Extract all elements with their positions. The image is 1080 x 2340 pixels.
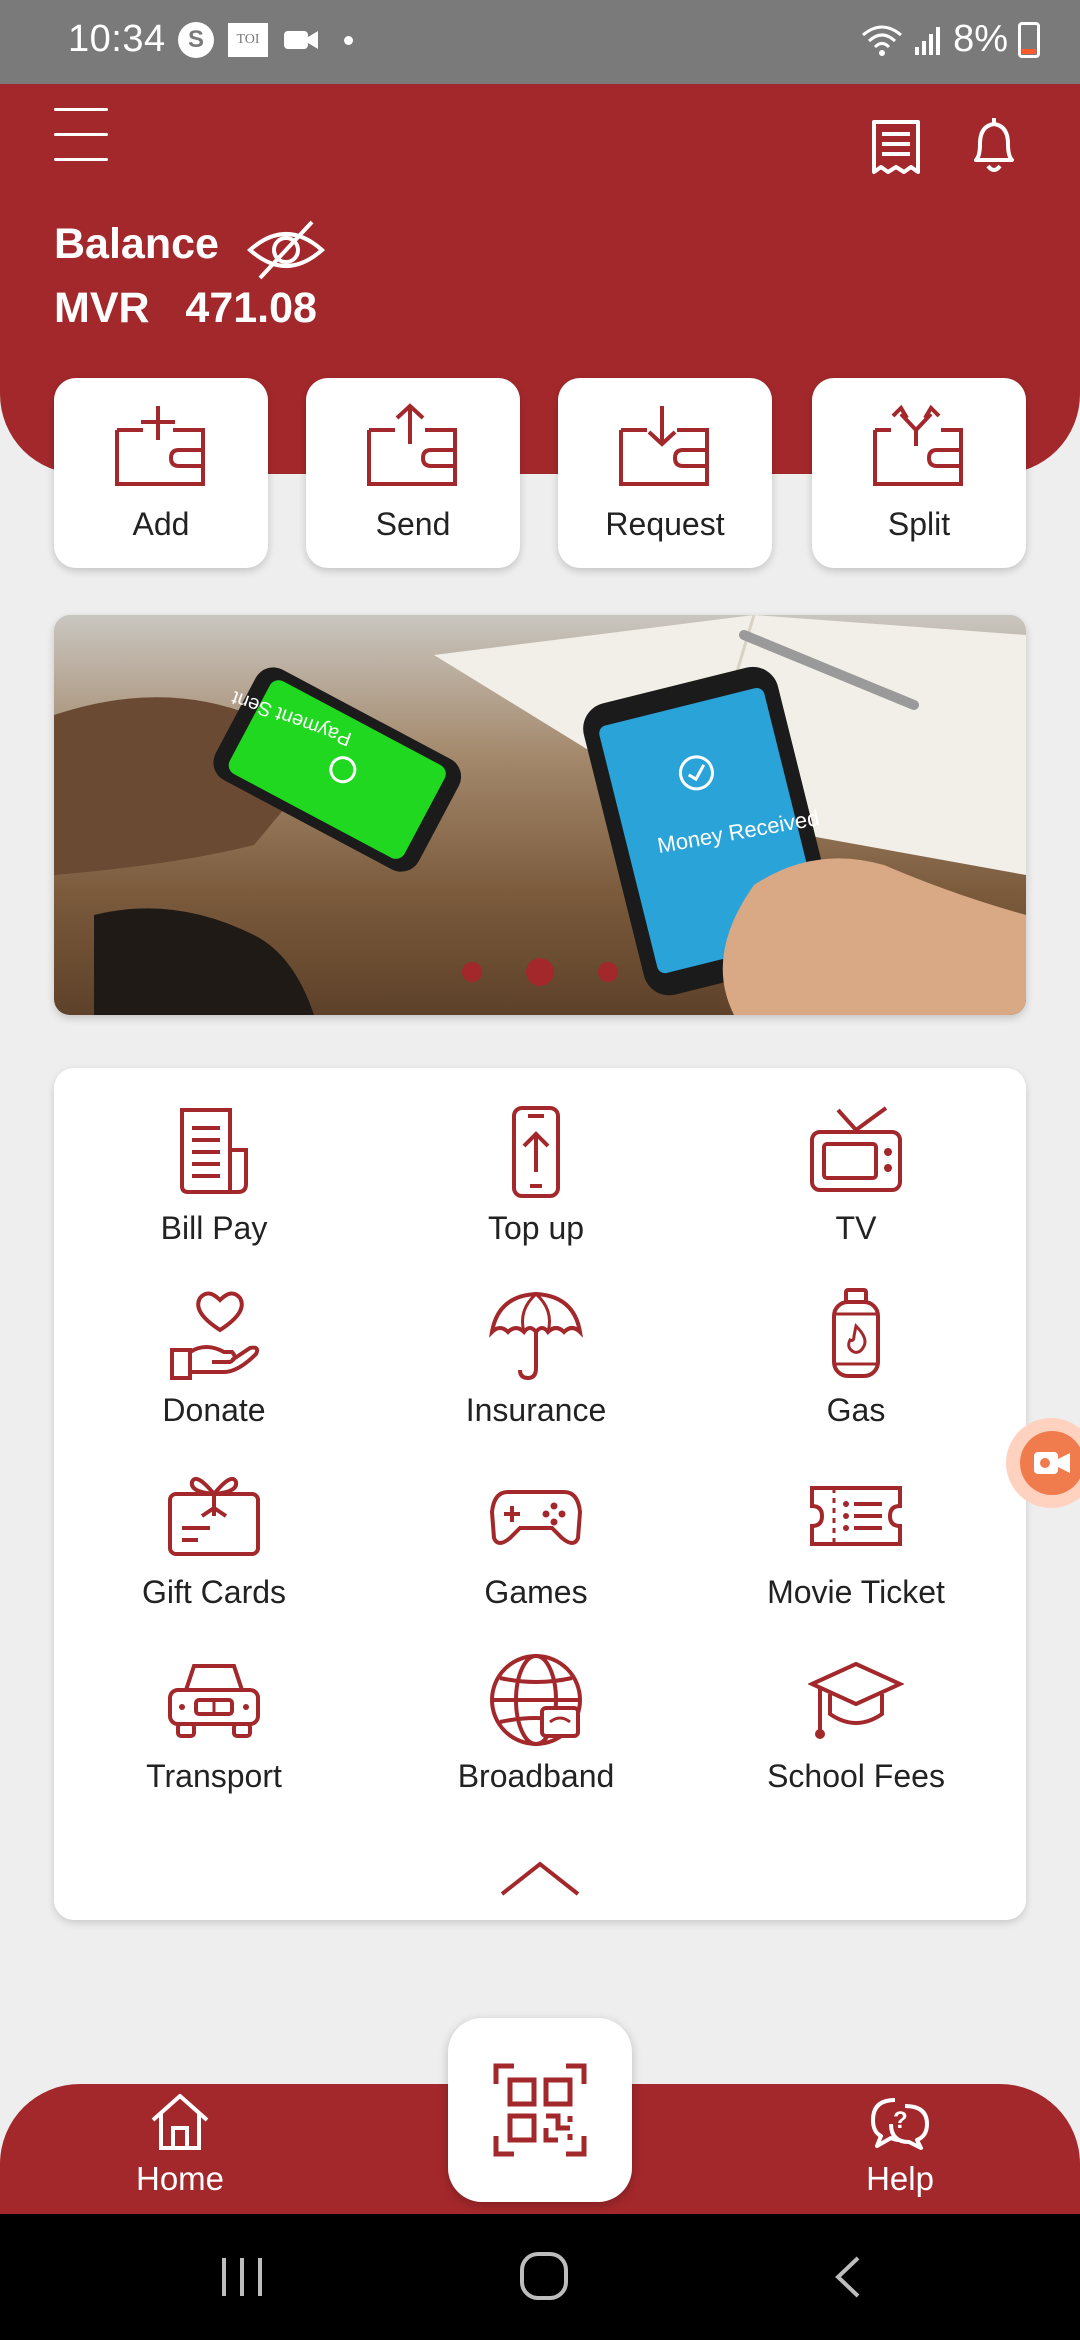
home-icon bbox=[151, 2094, 209, 2150]
graduation-cap-icon bbox=[808, 1661, 904, 1739]
qr-code-icon bbox=[493, 2063, 587, 2157]
chevron-up-icon[interactable] bbox=[498, 1858, 582, 1898]
nav-help-label: Help bbox=[866, 2160, 934, 2197]
service-gas[interactable]: Gas bbox=[706, 1286, 1006, 1436]
recent-apps-icon[interactable] bbox=[218, 2254, 266, 2300]
wallet-request-icon bbox=[619, 406, 709, 486]
balance-value: 471.08 bbox=[185, 284, 317, 332]
menu-icon[interactable] bbox=[54, 108, 108, 164]
bell-icon[interactable] bbox=[966, 116, 1022, 176]
skype-icon: S bbox=[178, 22, 214, 58]
battery-icon bbox=[1018, 21, 1040, 58]
service-gift-cards[interactable]: Gift Cards bbox=[64, 1468, 364, 1618]
service-label: TV bbox=[835, 1210, 877, 1246]
wallet-send-icon bbox=[367, 403, 457, 486]
balance-label: Balance bbox=[54, 220, 219, 268]
service-label: Gas bbox=[826, 1392, 886, 1428]
service-bill-pay[interactable]: Bill Pay bbox=[64, 1104, 364, 1254]
service-label: Top up bbox=[487, 1210, 585, 1246]
service-label: Games bbox=[484, 1574, 588, 1610]
service-school-fees[interactable]: School Fees bbox=[706, 1652, 1006, 1802]
umbrella-icon bbox=[488, 1291, 584, 1381]
nav-home-label: Home bbox=[135, 2160, 225, 2197]
service-label: Insurance bbox=[465, 1392, 607, 1428]
status-bar: 10:34 S TOI 8% bbox=[0, 0, 1080, 84]
service-label: Broadband bbox=[457, 1758, 615, 1794]
home-system-icon[interactable] bbox=[518, 2250, 570, 2302]
service-label: Gift Cards bbox=[141, 1574, 287, 1610]
video-call-icon bbox=[284, 31, 318, 49]
wallet-add-icon bbox=[115, 406, 205, 486]
system-nav-bar bbox=[0, 2214, 1080, 2340]
battery-percent: 8% bbox=[953, 18, 1008, 60]
action-label: Add bbox=[132, 506, 190, 542]
globe-icon bbox=[490, 1654, 582, 1746]
back-icon[interactable] bbox=[830, 2254, 864, 2300]
service-broadband[interactable]: Broadband bbox=[386, 1652, 686, 1802]
record-video-icon bbox=[1034, 1452, 1070, 1474]
carousel-dot-active[interactable] bbox=[526, 958, 554, 986]
qr-scan-button[interactable] bbox=[448, 2018, 632, 2202]
balance-currency: MVR bbox=[54, 284, 150, 332]
add-button[interactable]: Add bbox=[54, 378, 268, 568]
status-time: 10:34 bbox=[68, 18, 166, 60]
donate-icon bbox=[170, 1291, 260, 1380]
action-label: Request bbox=[605, 506, 725, 542]
eye-hidden-icon[interactable] bbox=[246, 218, 326, 282]
service-label: School Fees bbox=[767, 1758, 945, 1794]
service-transport[interactable]: Transport bbox=[64, 1652, 364, 1802]
promo-banner[interactable]: Payment Sent Money Received bbox=[54, 615, 1026, 1015]
tv-icon bbox=[810, 1106, 902, 1192]
balance-amount: MVR 471.08 bbox=[54, 284, 317, 333]
banner-image: Payment Sent Money Received bbox=[54, 615, 1026, 1015]
action-label: Split bbox=[887, 506, 951, 542]
service-label: Donate bbox=[162, 1392, 266, 1428]
carousel-dot[interactable] bbox=[598, 962, 618, 982]
service-donate[interactable]: Donate bbox=[64, 1286, 364, 1436]
svg-text:?: ? bbox=[893, 2107, 908, 2134]
wifi-icon bbox=[862, 25, 903, 56]
bill-icon bbox=[180, 1108, 248, 1194]
nav-help[interactable]: ? Help bbox=[838, 2092, 962, 2198]
action-label: Send bbox=[375, 506, 451, 542]
nav-home[interactable]: Home bbox=[118, 2092, 242, 2198]
service-label: Transport bbox=[146, 1758, 282, 1794]
carousel-dot[interactable] bbox=[462, 962, 482, 982]
gift-card-icon bbox=[168, 1477, 260, 1556]
request-button[interactable]: Request bbox=[558, 378, 772, 568]
gas-cylinder-icon bbox=[832, 1288, 880, 1378]
help-chat-icon: ? bbox=[871, 2098, 929, 2150]
service-insurance[interactable]: Insurance bbox=[386, 1286, 686, 1436]
service-tv[interactable]: TV bbox=[706, 1104, 1006, 1254]
gamepad-icon bbox=[489, 1490, 583, 1545]
service-games[interactable]: Games bbox=[386, 1468, 686, 1618]
signal-icon bbox=[915, 26, 941, 55]
service-label: Bill Pay bbox=[160, 1210, 268, 1246]
service-movie-ticket[interactable]: Movie Ticket bbox=[706, 1468, 1006, 1618]
car-icon bbox=[168, 1664, 260, 1738]
service-top-up[interactable]: Top up bbox=[386, 1104, 686, 1254]
split-button[interactable]: Split bbox=[812, 378, 1026, 568]
ticket-icon bbox=[810, 1486, 902, 1546]
phone-topup-icon bbox=[512, 1106, 560, 1198]
toi-icon: TOI bbox=[228, 23, 268, 57]
service-label: Movie Ticket bbox=[767, 1574, 945, 1610]
wallet-split-icon bbox=[873, 404, 963, 486]
send-button[interactable]: Send bbox=[306, 378, 520, 568]
receipt-icon[interactable] bbox=[870, 118, 922, 178]
notification-dot-icon bbox=[344, 35, 353, 45]
